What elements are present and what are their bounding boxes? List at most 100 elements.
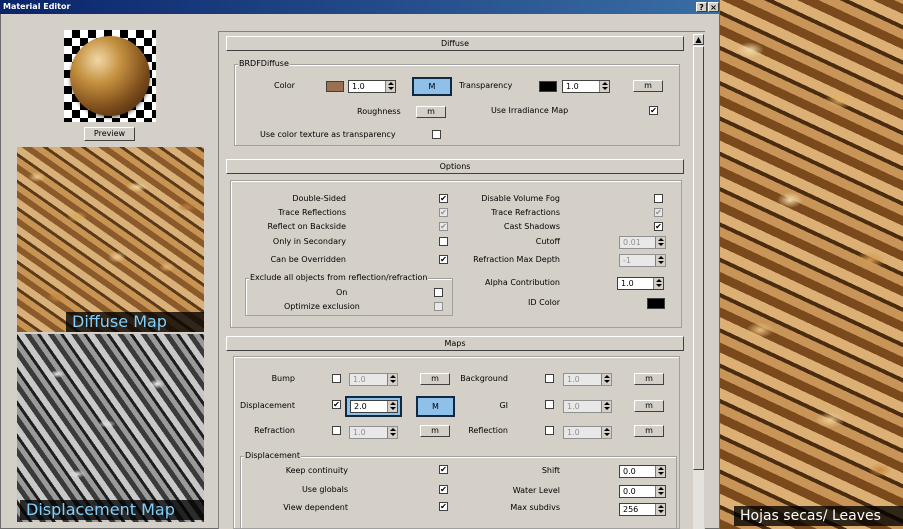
gi-amount-input[interactable]: 1.0 <box>563 400 612 413</box>
color-amount-input[interactable]: 1.0 <box>348 80 396 93</box>
cast-shadows-checkbox[interactable]: ✔ <box>654 222 663 231</box>
alpha-contribution-label: Alpha Contribution <box>485 278 560 287</box>
preview-button[interactable]: Preview <box>84 127 135 141</box>
displacement-map-label: Displacement Map <box>20 500 204 520</box>
spinner-arrows-icon[interactable] <box>655 466 665 477</box>
water-level-input[interactable]: 0.0 <box>619 485 666 498</box>
transparency-swatch[interactable] <box>539 81 557 92</box>
view-dependent-checkbox[interactable]: ✔ <box>439 502 448 511</box>
optimize-exclusion-label: Optimize exclusion <box>284 302 360 311</box>
displacement-amount-input[interactable]: 2.0 <box>350 400 398 413</box>
use-irradiance-map-checkbox[interactable]: ✔ <box>649 106 658 115</box>
refraction-checkbox[interactable] <box>332 426 341 435</box>
roughness-map-button[interactable]: m <box>416 106 446 118</box>
scrollbar-thumb[interactable] <box>693 46 704 470</box>
background-label: Background <box>460 374 508 383</box>
keep-continuity-label: Keep continuity <box>285 466 348 475</box>
alpha-contribution-input[interactable]: 1.0 <box>617 277 664 290</box>
trace-reflections-label: Trace Reflections <box>278 208 346 217</box>
window-title: Material Editor <box>3 2 71 11</box>
double-sided-checkbox[interactable]: ✔ <box>439 194 448 203</box>
cast-shadows-label: Cast Shadows <box>503 222 560 231</box>
spinner-arrows-icon[interactable] <box>387 374 397 385</box>
refraction-max-depth-input[interactable]: -1 <box>619 254 666 267</box>
use-color-texture-label: Use color texture as transparency <box>260 130 396 139</box>
use-globals-checkbox[interactable]: ✔ <box>439 485 448 494</box>
displacement-map-thumbnail <box>17 334 204 522</box>
color-map-button[interactable]: M <box>412 77 452 96</box>
optimize-exclusion-checkbox[interactable] <box>434 302 443 311</box>
spinner-arrows-icon[interactable] <box>655 255 665 266</box>
refraction-max-depth-label: Refraction Max Depth <box>473 255 560 264</box>
reflection-label: Reflection <box>468 426 508 435</box>
color-swatch[interactable] <box>326 81 344 92</box>
view-dependent-label: View dependent <box>283 503 348 512</box>
id-color-swatch[interactable] <box>647 298 665 309</box>
keep-continuity-checkbox[interactable]: ✔ <box>439 465 448 474</box>
gi-map-button[interactable]: m <box>634 400 664 412</box>
only-in-secondary-label: Only in Secondary <box>272 237 346 246</box>
brdf-diffuse-group-title: BRDFDiffuse <box>238 59 290 69</box>
close-button[interactable]: × <box>708 2 719 12</box>
cutoff-input[interactable]: 0.01 <box>619 236 666 249</box>
shift-input[interactable]: 0.0 <box>619 465 666 478</box>
bump-map-button[interactable]: m <box>420 373 450 385</box>
leaves-photo <box>720 0 903 529</box>
background-amount-input[interactable]: 1.0 <box>563 373 612 386</box>
refraction-map-button[interactable]: m <box>420 425 450 437</box>
spinner-arrows-icon[interactable] <box>599 81 609 92</box>
diffuse-section-header[interactable]: Diffuse <box>226 36 684 51</box>
preview-sphere <box>70 36 150 116</box>
maps-section-header[interactable]: Maps <box>226 336 684 351</box>
trace-reflections-checkbox[interactable]: ✔ <box>439 208 448 217</box>
id-color-label: ID Color <box>528 298 560 307</box>
reflection-map-button[interactable]: m <box>634 425 664 437</box>
spinner-arrows-icon[interactable] <box>655 486 665 497</box>
disable-volume-fog-checkbox[interactable] <box>654 194 663 203</box>
scroll-up-arrow-icon[interactable]: ▲ <box>693 34 704 45</box>
diffuse-map-thumbnail <box>17 147 204 332</box>
reflect-on-backside-checkbox[interactable]: ✔ <box>439 222 448 231</box>
spinner-arrows-icon[interactable] <box>601 401 611 412</box>
spinner-arrows-icon[interactable] <box>387 401 397 412</box>
spinner-arrows-icon[interactable] <box>601 427 611 438</box>
background-map-button[interactable]: m <box>634 373 664 385</box>
max-subdivs-input[interactable]: 256 <box>619 503 666 516</box>
options-section-header[interactable]: Options <box>226 159 684 174</box>
spinner-arrows-icon[interactable] <box>385 81 395 92</box>
transparency-amount-input[interactable]: 1.0 <box>562 80 610 93</box>
cutoff-label: Cutoff <box>535 237 560 246</box>
displacement-map-button[interactable]: M <box>416 396 455 417</box>
disable-volume-fog-label: Disable Volume Fog <box>481 194 560 203</box>
bump-checkbox[interactable] <box>332 374 341 383</box>
diffuse-map-label: Diffuse Map <box>66 312 204 332</box>
reflection-amount-input[interactable]: 1.0 <box>563 426 612 439</box>
exclude-on-label: On <box>336 288 348 297</box>
only-in-secondary-checkbox[interactable] <box>439 237 448 246</box>
bump-amount-input[interactable]: 1.0 <box>349 373 398 386</box>
transparency-map-button[interactable]: m <box>633 80 663 92</box>
gi-checkbox[interactable] <box>545 400 554 409</box>
reflect-on-backside-label: Reflect on Backside <box>267 222 346 231</box>
displacement-group-title: Displacement <box>244 451 301 461</box>
displacement-label: Displacement <box>240 401 295 410</box>
trace-refractions-checkbox[interactable]: ✔ <box>654 208 663 217</box>
spinner-arrows-icon[interactable] <box>387 427 397 438</box>
can-be-overridden-checkbox[interactable]: ✔ <box>439 255 448 264</box>
spinner-arrows-icon[interactable] <box>655 504 665 515</box>
exclude-on-checkbox[interactable] <box>434 288 443 297</box>
spinner-arrows-icon[interactable] <box>653 278 663 289</box>
displacement-checkbox[interactable]: ✔ <box>332 400 341 409</box>
transparency-label: Transparency <box>459 81 513 90</box>
use-color-texture-checkbox[interactable] <box>432 130 441 139</box>
reflection-checkbox[interactable] <box>545 426 554 435</box>
use-irradiance-map-label: Use Irradiance Map <box>491 106 569 115</box>
trace-refractions-label: Trace Refractions <box>491 208 560 217</box>
refraction-amount-input[interactable]: 1.0 <box>349 426 398 439</box>
background-checkbox[interactable] <box>545 374 554 383</box>
spinner-arrows-icon[interactable] <box>655 237 665 248</box>
help-button[interactable]: ? <box>696 2 707 12</box>
title-bar: Material Editor <box>0 0 720 14</box>
double-sided-label: Double-Sided <box>292 194 346 203</box>
spinner-arrows-icon[interactable] <box>601 374 611 385</box>
